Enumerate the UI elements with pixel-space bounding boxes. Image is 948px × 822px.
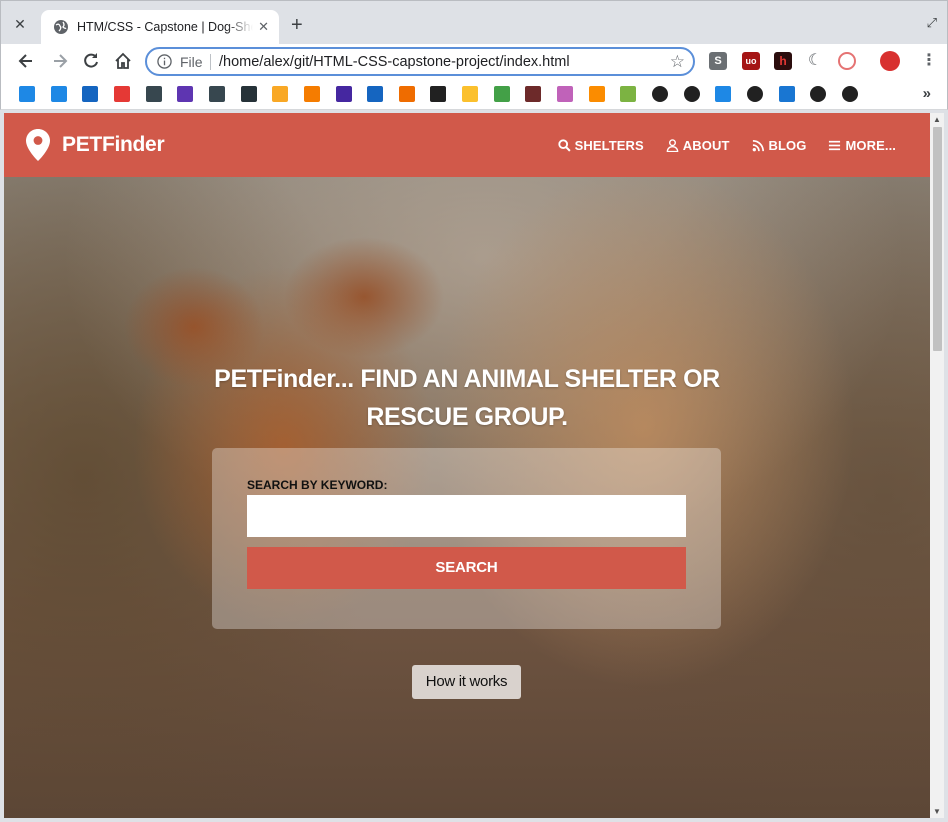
s-orange-icon[interactable] [589, 86, 605, 102]
iliad-icon[interactable] [114, 86, 130, 102]
code-icon[interactable] [241, 86, 257, 102]
hero-title-line-1: PETFinder... FIND AN ANIMAL SHELTER OR [214, 365, 720, 393]
bookmark-star-icon[interactable]: ☆ [670, 52, 685, 71]
nav-more-label: MORE... [845, 138, 896, 153]
site-header: PETFinder SHELTERS ABOUT BLOG MORE... [4, 113, 930, 177]
nav-blog[interactable]: BLOG [752, 138, 807, 153]
rss-icon [752, 140, 764, 152]
search-card: SEARCH BY KEYWORD: SEARCH [212, 448, 721, 629]
bitwarden-icon[interactable] [715, 86, 731, 102]
crown-icon[interactable] [272, 86, 288, 102]
rss-icon[interactable] [19, 86, 35, 102]
url-text[interactable]: /home/alex/git/HTML-CSS-capstone-project… [219, 54, 570, 70]
search-input[interactable] [247, 495, 686, 537]
how-it-works-button[interactable]: How it works [412, 665, 521, 699]
c-extension-icon[interactable]: ☾ [806, 52, 824, 70]
nav-shelters[interactable]: SHELTERS [557, 138, 644, 153]
hero-title: PETFinder... FIND AN ANIMAL SHELTER OR R… [4, 360, 930, 436]
page-viewport: PETFinder SHELTERS ABOUT BLOG MORE... PE… [4, 113, 930, 818]
globe-icon-1[interactable] [652, 86, 668, 102]
fhd-icon[interactable] [494, 86, 510, 102]
browser-tab[interactable]: HTM/CSS - Capstone | Dog-Shelter ✕ [41, 10, 279, 45]
podcast-icon[interactable] [51, 86, 67, 102]
info-icon[interactable] [157, 54, 172, 69]
globe-icon-3[interactable] [747, 86, 763, 102]
browser-titlebar: ✕ HTM/CSS - Capstone | Dog-Shelter ✕ + ⤢ [0, 0, 948, 45]
hamburger-icon [829, 140, 841, 151]
scroll-up-arrow-icon[interactable]: ▲ [933, 115, 941, 124]
tab-close-icon[interactable]: ✕ [258, 19, 269, 35]
edx-icon[interactable] [367, 86, 383, 102]
star-box-icon[interactable] [525, 86, 541, 102]
lastpass-icon[interactable] [838, 52, 856, 70]
hero-title-line-2: RESCUE GROUP. [366, 403, 568, 431]
nav-about[interactable]: ABOUT [666, 138, 730, 153]
search-label: SEARCH BY KEYWORD: [247, 478, 388, 492]
nav-shelters-label: SHELTERS [574, 138, 644, 153]
window-frame-bottom [0, 818, 948, 822]
stripes-icon[interactable] [462, 86, 478, 102]
c-bracket-icon[interactable] [209, 86, 225, 102]
brand-name: PETFinder [62, 133, 165, 156]
globe-icon [54, 20, 68, 34]
ublock-icon[interactable]: uo [742, 52, 760, 70]
h-extension-icon[interactable]: h [774, 52, 792, 70]
mu-icon[interactable] [336, 86, 352, 102]
new-tab-icon[interactable]: + [291, 15, 303, 35]
globe-icon-5[interactable] [842, 86, 858, 102]
play-green-icon[interactable] [620, 86, 636, 102]
scroll-down-arrow-icon[interactable]: ▼ [933, 807, 941, 816]
search-button[interactable]: SEARCH [247, 547, 686, 589]
menu-dots-icon[interactable]: ⋮ [921, 52, 937, 70]
globe-icon-2[interactable] [684, 86, 700, 102]
site-logo[interactable]: PETFinder [26, 129, 165, 161]
vuetify-icon[interactable] [779, 86, 795, 102]
scheme-label: File [180, 54, 203, 70]
main-nav: SHELTERS ABOUT BLOG MORE... [557, 138, 896, 153]
nav-about-label: ABOUT [682, 138, 730, 153]
reload-icon[interactable] [80, 51, 102, 73]
book-icon[interactable] [146, 86, 162, 102]
hero-section: PETFinder... FIND AN ANIMAL SHELTER OR R… [4, 177, 930, 818]
play-pink-icon[interactable] [557, 86, 573, 102]
scrollbar-thumb[interactable] [933, 127, 942, 351]
search-icon [557, 139, 571, 152]
location-pin-icon [26, 129, 50, 161]
back-arrow-icon[interactable] [15, 51, 37, 73]
hat-icon[interactable] [430, 86, 446, 102]
forward-arrow-icon[interactable] [49, 51, 71, 73]
address-bar[interactable]: File /home/alex/git/HTML-CSS-capstone-pr… [145, 47, 695, 76]
window-close-icon[interactable]: ✕ [11, 15, 29, 33]
feed-icon[interactable] [82, 86, 98, 102]
user-icon [666, 139, 679, 152]
home-icon[interactable] [112, 51, 134, 73]
browser-toolbar: File /home/alex/git/HTML-CSS-capstone-pr… [0, 44, 948, 79]
nav-blog-label: BLOG [768, 138, 807, 153]
omnibox-divider [210, 54, 211, 70]
stack-icon[interactable] [304, 86, 320, 102]
bookmarks-overflow-icon[interactable]: » [923, 85, 931, 102]
s-extension-icon[interactable]: S [709, 52, 727, 70]
angry-bird-avatar-icon[interactable] [880, 51, 900, 71]
page-scrollbar[interactable]: ▲ ▼ [930, 113, 944, 818]
window-frame-right [944, 110, 948, 822]
maximize-icon[interactable]: ⤢ [927, 15, 937, 31]
news-icon[interactable] [399, 86, 415, 102]
nav-more[interactable]: MORE... [828, 138, 896, 153]
bookmarks-bar: » [0, 79, 948, 110]
globe-icon-4[interactable] [810, 86, 826, 102]
tab-title: HTM/CSS - Capstone | Dog-Shelter [77, 20, 253, 34]
zcc-icon[interactable] [177, 86, 193, 102]
